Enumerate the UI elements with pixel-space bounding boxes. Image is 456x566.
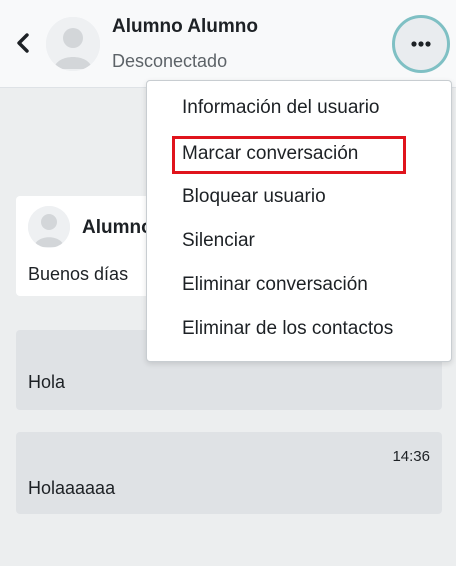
avatar[interactable]	[46, 17, 100, 71]
conversation-header: Alumno Alumno Desconectado	[0, 0, 456, 88]
contact-name[interactable]: Alumno Alumno	[112, 16, 258, 38]
message-time: 14:36	[392, 448, 430, 465]
message-sent: 14:36 Holaaaaaa	[16, 432, 442, 514]
menu-item-mute[interactable]: Silenciar	[147, 221, 451, 261]
highlight-box	[172, 136, 406, 174]
user-placeholder-icon	[28, 206, 70, 248]
menu-item-user-info[interactable]: Información del usuario	[147, 88, 451, 128]
message-text: Buenos días	[28, 264, 129, 284]
sender-name: Alumno	[82, 217, 153, 238]
conversation-options-menu: Información del usuario Marcar conversac…	[146, 80, 452, 362]
menu-item-delete-conversation[interactable]: Eliminar conversación	[147, 265, 451, 305]
back-button[interactable]	[10, 28, 36, 58]
menu-item-remove-contact[interactable]: Eliminar de los contactos	[147, 309, 451, 349]
user-placeholder-icon	[46, 17, 100, 71]
contact-status: Desconectado	[112, 51, 228, 71]
sender-avatar	[28, 206, 70, 248]
ellipsis-icon	[411, 41, 431, 47]
menu-item-block-user[interactable]: Bloquear usuario	[147, 177, 451, 217]
message-received: Alumno Buenos días	[16, 196, 156, 296]
message-text: Holaaaaaa	[28, 478, 116, 498]
chevron-left-icon	[17, 33, 29, 53]
message-text: Hola	[28, 372, 66, 392]
more-options-button[interactable]	[392, 15, 450, 73]
